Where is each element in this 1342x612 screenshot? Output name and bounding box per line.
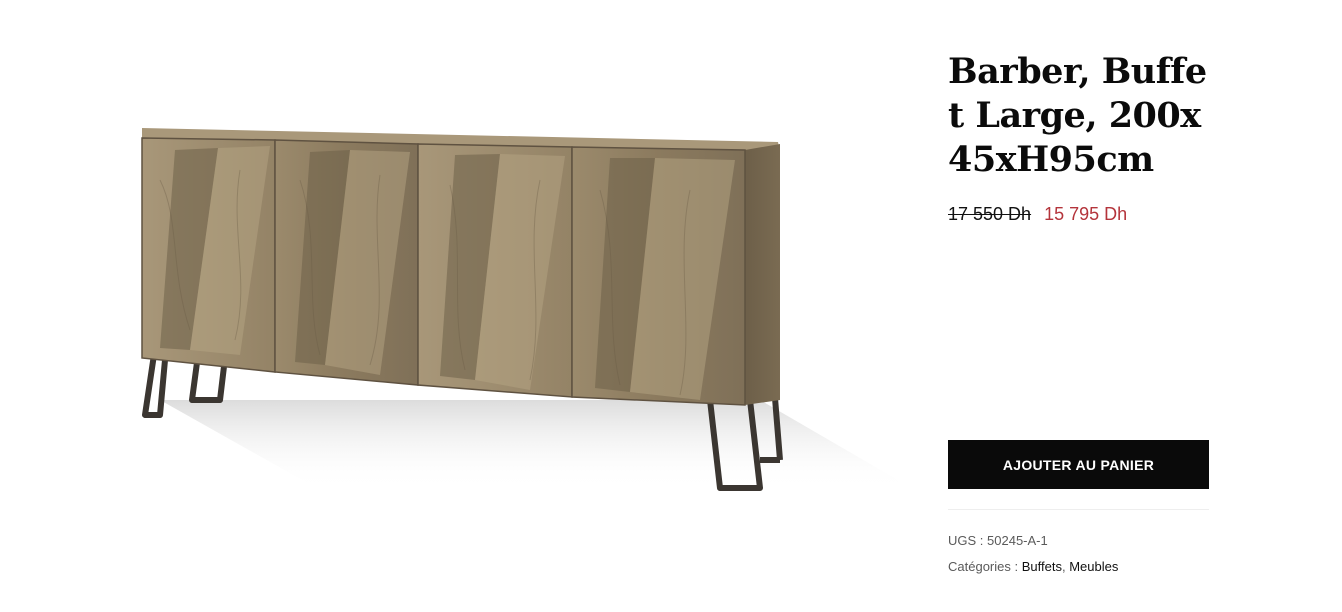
product-title: Barber, Buffet Large, 200x45xH95cm — [948, 51, 1207, 180]
sku-value: 50245-A-1 — [987, 533, 1048, 548]
product-image[interactable] — [120, 100, 920, 520]
add-to-cart-button[interactable]: AJOUTER AU PANIER — [948, 440, 1209, 489]
product-summary: Barber, Buffet Large, 200x45xH95cm 17 55… — [948, 50, 1210, 225]
product-price: 17 550 Dh 15 795 Dh — [948, 204, 1210, 225]
category-separator: , — [1061, 559, 1066, 574]
sku-row: UGS : 50245-A-1 — [948, 528, 1118, 554]
sku-label: UGS : — [948, 533, 984, 548]
category-link-buffets[interactable]: Buffets — [1022, 559, 1062, 574]
product-meta: UGS : 50245-A-1 Catégories : Buffets, Me… — [948, 528, 1118, 580]
divider — [948, 509, 1209, 510]
category-link-meubles[interactable]: Meubles — [1069, 559, 1118, 574]
categories-label: Catégories : — [948, 559, 1019, 574]
sale-price: 15 795 Dh — [1044, 204, 1128, 224]
regular-price: 17 550 Dh — [948, 204, 1032, 224]
categories-row: Catégories : Buffets, Meubles — [948, 554, 1118, 580]
